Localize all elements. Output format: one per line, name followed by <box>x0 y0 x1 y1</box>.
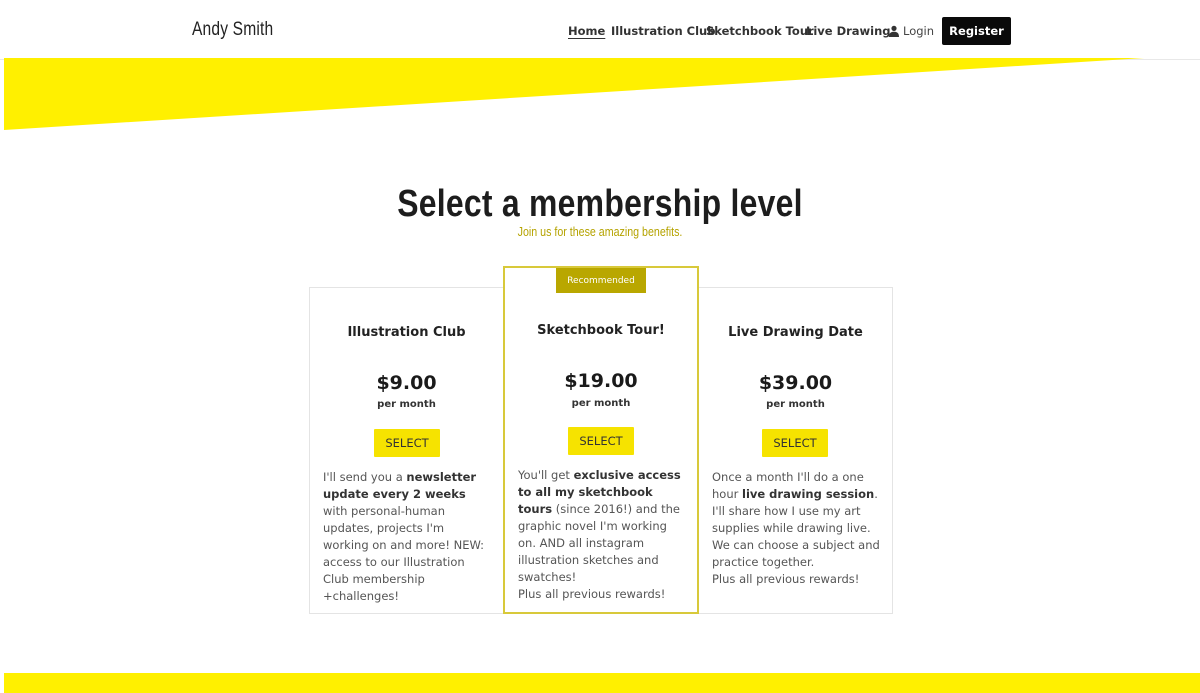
desc-text: I'll send you a <box>323 470 407 484</box>
plan-price: $39.00 <box>758 372 833 394</box>
plan-description: I'll send you a newsletter update every … <box>323 469 493 605</box>
plan-name: Illustration Club <box>347 325 466 340</box>
login-link[interactable]: Login <box>888 24 934 38</box>
desc-footer-line: Plus all previous rewards! <box>518 587 666 601</box>
plan-name: Live Drawing Date <box>728 325 863 340</box>
nav-live-drawing-link[interactable]: Live Drawing <box>806 24 891 38</box>
plan-period: per month <box>571 398 631 409</box>
select-plan-button[interactable]: SELECT <box>374 429 440 457</box>
plan-name: Sketchbook Tour! <box>537 323 665 338</box>
plan-price: $9.00 <box>376 372 437 394</box>
nav-home-link[interactable]: Home <box>568 24 605 38</box>
plan-period: per month <box>377 399 436 410</box>
login-label: Login <box>903 24 935 38</box>
plan-price: $19.00 <box>564 370 638 392</box>
plan-description: You'll get exclusive access to all my sk… <box>518 467 688 603</box>
register-button[interactable]: Register <box>942 17 1011 45</box>
user-icon <box>888 25 900 37</box>
desc-text: with personal-human updates, projects I'… <box>323 504 485 603</box>
footer-yellow-bar <box>4 673 1200 693</box>
recommended-badge: Recommended <box>556 268 646 293</box>
plan-period: per month <box>766 399 825 410</box>
site-header: Andy Smith Home Illustration Club Sketch… <box>0 0 1200 60</box>
site-logo-text[interactable]: Andy Smith <box>192 19 273 41</box>
nav-illustration-club-link[interactable]: Illustration Club <box>611 24 715 38</box>
page-title: Select a membership level <box>397 183 803 225</box>
select-plan-button[interactable]: SELECT <box>568 427 634 455</box>
desc-highlight: live drawing session <box>742 487 875 501</box>
nav-sketchbook-tour-link[interactable]: Sketchbook Tour <box>706 24 814 38</box>
select-plan-button[interactable]: SELECT <box>762 429 828 457</box>
page-subtitle: Join us for these amazing benefits. <box>517 224 683 239</box>
desc-text: You'll get <box>518 468 574 482</box>
plan-description: Once a month I'll do a one hour live dra… <box>712 469 882 588</box>
desc-footer-line: Plus all previous rewards! <box>712 572 860 586</box>
yellow-wedge-decoration <box>4 58 1144 130</box>
